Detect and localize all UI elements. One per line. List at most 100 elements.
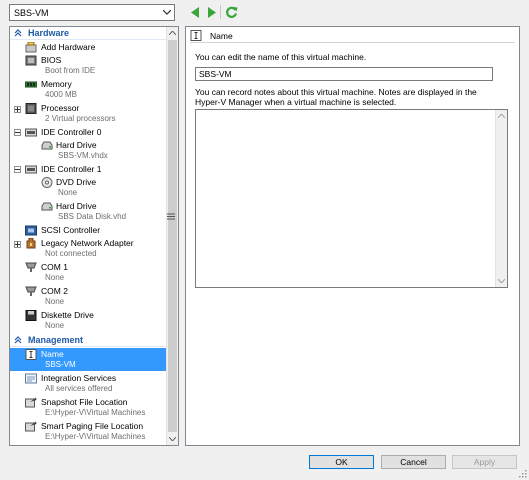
expand-plus-icon[interactable] [14,106,21,113]
sidebar-item-dvd-drive[interactable]: DVD Drive None [10,176,167,200]
collapse-chevron-icon[interactable] [14,29,24,37]
notes-textarea[interactable] [195,109,508,288]
sidebar-item-label: DVD Drive [56,177,97,187]
cancel-button[interactable]: Cancel [381,455,446,469]
sidebar-item-smart-paging-file-location[interactable]: Smart Paging File Location E:\Hyper-V\Vi… [10,420,167,444]
sidebar-item-detail: All services offered [45,384,113,393]
scrollbar-thumb[interactable] [168,40,177,432]
sidebar-item-label: COM 1 [41,262,68,272]
sidebar-item-ide-controller-0[interactable]: IDE Controller 0 [10,126,167,139]
toolbar-separator [220,5,221,19]
scroll-up-icon[interactable] [496,110,507,122]
details-title: Name [210,30,233,41]
notes-hint-text: You can record notes about this virtual … [195,87,477,107]
ok-button[interactable]: OK [309,455,374,469]
sidebar-item-detail: None [45,273,65,282]
sidebar-item-diskette-drive[interactable]: Diskette Drive None [10,309,167,333]
ide-controller-icon [25,164,37,175]
sidebar-item-label: SCSI Controller [41,225,101,235]
collapse-minus-icon[interactable] [14,129,21,136]
sidebar-item-com-2[interactable]: COM 2 None [10,285,167,309]
sidebar-item-label: COM 2 [41,286,68,296]
hardware-header-label: Hardware [28,28,70,38]
chevron-down-icon[interactable] [159,5,174,20]
forward-arrow-icon[interactable] [204,5,218,19]
settings-tree[interactable]: Hardware Add Hardware BIOS Boot from IDE… [9,26,179,446]
splitter-grip-icon[interactable] [167,212,175,220]
collapse-chevron-icon[interactable] [14,336,24,344]
sidebar-item-label: Name [41,349,64,359]
details-panel: Name You can edit the name of this virtu… [185,26,520,446]
sidebar-item-processor[interactable]: Processor 2 Virtual processors [10,102,167,126]
details-header: Name [190,29,515,43]
sidebar-item-scsi-controller[interactable]: SCSI Controller [10,224,167,237]
integration-services-icon [25,373,37,384]
com-port-icon [25,262,37,273]
management-header-label: Management [28,335,84,345]
scroll-down-icon[interactable] [496,275,507,287]
sidebar-item-detail: 4000 MB [45,90,78,99]
sidebar-scrollbar[interactable] [166,27,178,445]
sidebar-item-detail: E:\Hyper-V\Virtual Machines [45,408,146,417]
scsi-controller-icon [25,225,37,236]
sidebar-item-com-1[interactable]: COM 1 None [10,261,167,285]
sidebar-item-label: Smart Paging File Location [41,421,144,431]
sidebar-item-detail: SBS Data Disk.vhd [58,212,127,221]
sidebar-item-detail: Boot from IDE [45,66,96,75]
scroll-up-icon[interactable] [167,27,178,39]
sidebar-item-label: BIOS [41,55,62,65]
expand-plus-icon[interactable] [14,241,21,248]
sidebar-item-bios[interactable]: BIOS Boot from IDE [10,54,167,78]
sidebar-item-detail: None [45,297,65,306]
sidebar-item-label: Memory [41,79,72,89]
sidebar-item-detail: SBS-VM.vhdx [58,151,108,160]
sidebar-item-snapshot-file-location[interactable]: Snapshot File Location E:\Hyper-V\Virtua… [10,396,167,420]
sidebar-item-memory[interactable]: Memory 4000 MB [10,78,167,102]
sidebar-item-detail: E:\Hyper-V\Virtual Machines [45,432,146,441]
vm-selector-value: SBS-VM [14,7,49,18]
sidebar-item-label: Legacy Network Adapter [41,238,134,248]
sidebar-item-label: Hard Drive [56,140,97,150]
sidebar-item-detail: None [58,188,78,197]
hardware-section-header[interactable]: Hardware [10,27,167,40]
management-section-header[interactable]: Management [10,334,167,347]
hard-drive-icon [41,201,53,212]
collapse-minus-icon[interactable] [14,166,21,173]
back-arrow-icon[interactable] [188,5,202,19]
sidebar-item-integration-services[interactable]: Integration Services All services offere… [10,372,167,396]
vm-selector[interactable]: SBS-VM [9,4,175,21]
sidebar-item-label: Processor [41,103,80,113]
name-hint-text: You can edit the name of this virtual ma… [195,52,367,62]
dvd-drive-icon [41,177,53,188]
sidebar-item-add-hardware[interactable]: Add Hardware [10,41,167,54]
refresh-icon[interactable] [224,5,238,19]
sidebar-item-hard-drive[interactable]: Hard Drive SBS Data Disk.vhd [10,200,167,224]
apply-button[interactable]: Apply [452,455,517,469]
sidebar-item-hard-drive[interactable]: Hard Drive SBS-VM.vhdx [10,139,167,163]
scroll-down-icon[interactable] [167,433,178,445]
ide-controller-icon [25,127,37,138]
sidebar-item-detail: Not connected [45,249,97,258]
notes-scrollbar[interactable] [495,110,507,287]
sidebar-item-name[interactable]: Name SBS-VM [10,348,167,371]
sidebar-item-label: IDE Controller 0 [41,127,102,137]
vm-name-value: SBS-VM [199,69,232,79]
sidebar-item-label: Integration Services [41,373,117,383]
sidebar-item-label: Add Hardware [41,42,96,52]
sidebar-item-label: IDE Controller 1 [41,164,102,174]
sidebar-item-detail: SBS-VM [45,360,76,369]
sidebar-item-label: Snapshot File Location [41,397,128,407]
network-adapter-icon [25,237,37,249]
sidebar-item-detail: 2 Virtual processors [45,114,116,123]
add-hardware-icon [25,41,37,53]
resize-grip-icon[interactable] [519,470,527,478]
sidebar-item-ide-controller-1[interactable]: IDE Controller 1 [10,163,167,176]
sidebar-item-detail: None [45,321,65,330]
vm-name-field[interactable]: SBS-VM [195,67,493,81]
hard-drive-icon [41,140,53,151]
diskette-drive-icon [25,310,37,321]
sidebar-item-legacy-network-adapter[interactable]: Legacy Network Adapter Not connected [10,237,167,261]
memory-icon [24,79,38,90]
processor-icon [25,103,37,114]
name-icon [190,30,202,41]
